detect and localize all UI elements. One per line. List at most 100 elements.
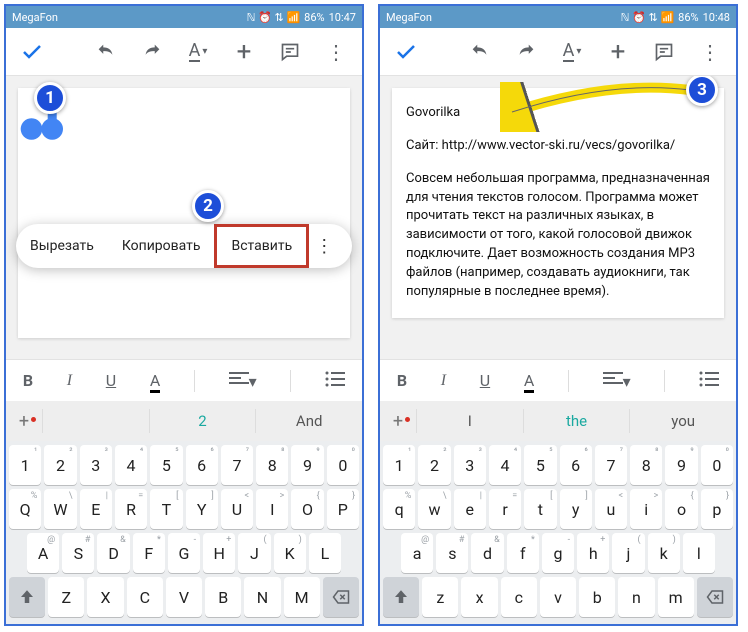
key-G[interactable]: G- [168,533,200,573]
shift-key[interactable] [9,577,45,617]
key-2[interactable]: 2² [418,445,450,485]
list-button[interactable] [325,371,345,391]
backspace-key[interactable] [697,577,733,617]
key-D[interactable]: D& [97,533,129,573]
comment-button[interactable] [270,32,310,72]
bold-button[interactable]: B [397,371,407,390]
editor-area[interactable]: Govorilka Сайт: http://www.vector-ski.ru… [380,76,736,359]
key-X[interactable]: X [87,577,123,617]
key-6[interactable]: 6⁶ [186,445,218,485]
key-3[interactable]: 3³ [80,445,112,485]
comment-button[interactable] [644,32,684,72]
key-1[interactable]: 1¹ [9,445,41,485]
key-b[interactable]: b [579,577,615,617]
key-4[interactable]: 4⁴ [115,445,147,485]
key-P[interactable]: P} [327,489,359,529]
text-format-button[interactable]: A▾ [552,32,592,72]
italic-button[interactable]: I [67,372,72,390]
key-2[interactable]: 2² [44,445,76,485]
insert-button[interactable]: + [224,32,264,72]
suggestion-3[interactable]: you [629,409,736,433]
key-s[interactable]: s# [436,533,468,573]
clipboard-button[interactable]: + [6,411,42,432]
key-l[interactable]: l [683,533,715,573]
undo-button[interactable] [460,32,500,72]
suggestion-1[interactable]: I [416,409,523,433]
align-button[interactable]: ▾ [603,371,631,391]
paste-menu-item[interactable]: Вставить [214,224,309,268]
key-4[interactable]: 4⁴ [489,445,521,485]
confirm-button[interactable] [12,32,52,72]
cut-menu-item[interactable]: Вырезать [16,224,108,268]
overflow-button[interactable]: ⋮ [316,32,356,72]
italic-button[interactable]: I [441,372,446,390]
key-I[interactable]: I> [256,489,288,529]
key-9[interactable]: 9⁹ [665,445,697,485]
redo-button[interactable] [132,32,172,72]
align-button[interactable]: ▾ [229,371,257,391]
key-Q[interactable]: Q% [9,489,41,529]
key-z[interactable]: z [422,577,458,617]
key-y[interactable]: y] [560,489,592,529]
key-K[interactable]: K) [274,533,306,573]
key-3[interactable]: 3³ [454,445,486,485]
underline-button[interactable]: U [480,371,490,390]
bold-button[interactable]: B [23,371,33,390]
key-g[interactable]: g- [542,533,574,573]
key-7[interactable]: 7⁷ [221,445,253,485]
key-9[interactable]: 9⁹ [291,445,323,485]
key-0[interactable]: 0⁰ [701,445,733,485]
key-8[interactable]: 8⁸ [630,445,662,485]
key-0[interactable]: 0⁰ [327,445,359,485]
context-more-button[interactable]: ⋮ [309,236,339,257]
redo-button[interactable] [506,32,546,72]
key-c[interactable]: c [501,577,537,617]
copy-menu-item[interactable]: Копировать [108,224,215,268]
key-n[interactable]: n [618,577,654,617]
key-5[interactable]: 5⁵ [524,445,556,485]
key-A[interactable]: A@ [27,533,59,573]
key-h[interactable]: h+ [577,533,609,573]
key-8[interactable]: 8⁸ [256,445,288,485]
key-o[interactable]: o{ [665,489,697,529]
key-j[interactable]: j( [612,533,644,573]
key-w[interactable]: w\ [418,489,450,529]
clipboard-button[interactable]: + [380,411,416,432]
shift-key[interactable] [383,577,419,617]
key-N[interactable]: N [244,577,280,617]
text-color-button[interactable]: A [150,371,160,390]
key-6[interactable]: 6⁶ [560,445,592,485]
list-button[interactable] [699,371,719,391]
key-S[interactable]: S# [62,533,94,573]
key-d[interactable]: d& [471,533,503,573]
key-a[interactable]: a@ [401,533,433,573]
key-L[interactable]: L [309,533,341,573]
key-W[interactable]: W\ [44,489,76,529]
key-k[interactable]: k) [648,533,680,573]
key-x[interactable]: x [461,577,497,617]
suggestion-3[interactable]: And [255,409,362,433]
key-E[interactable]: E| [80,489,112,529]
text-format-button[interactable]: A ▾ [178,32,218,72]
key-C[interactable]: C [127,577,163,617]
key-q[interactable]: q% [383,489,415,529]
key-t[interactable]: t[ [524,489,556,529]
key-p[interactable]: p} [701,489,733,529]
key-v[interactable]: v [540,577,576,617]
key-J[interactable]: J( [238,533,270,573]
suggestion-2[interactable]: 2 [149,409,256,433]
overflow-button[interactable]: ⋮ [690,32,730,72]
key-U[interactable]: U< [221,489,253,529]
confirm-button[interactable] [386,32,426,72]
key-V[interactable]: V [166,577,202,617]
key-F[interactable]: F* [133,533,165,573]
key-T[interactable]: T[ [150,489,182,529]
key-m[interactable]: m [658,577,694,617]
key-M[interactable]: M [284,577,320,617]
key-H[interactable]: H+ [203,533,235,573]
key-B[interactable]: B [205,577,241,617]
text-color-button[interactable]: A [524,371,534,390]
key-Z[interactable]: Z [48,577,84,617]
key-7[interactable]: 7⁷ [595,445,627,485]
key-f[interactable]: f* [507,533,539,573]
